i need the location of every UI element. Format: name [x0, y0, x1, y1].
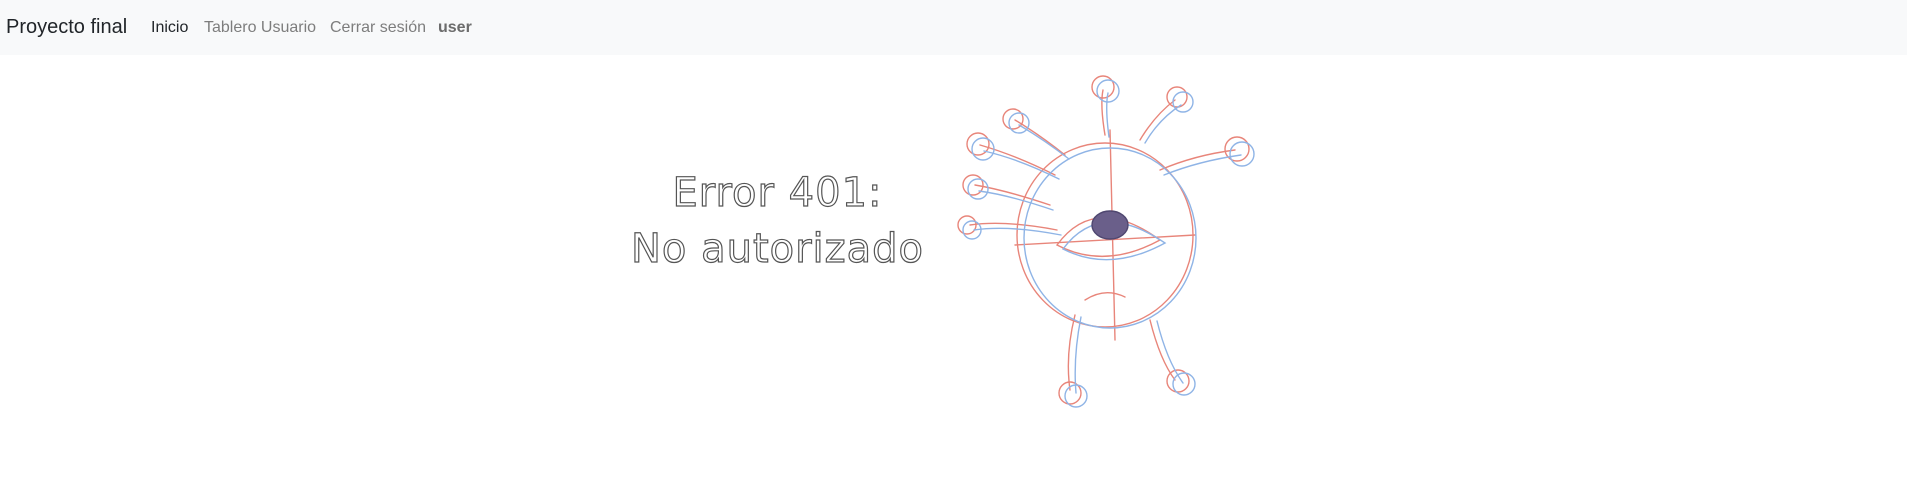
nav-link-tablero-usuario[interactable]: Tablero Usuario [204, 18, 316, 38]
nav-link-inicio[interactable]: Inicio [151, 18, 188, 38]
brand-link[interactable]: Proyecto final [6, 14, 127, 40]
nav-user-label[interactable]: user [438, 18, 472, 38]
error-message: Error 401: No autorizado [630, 165, 925, 277]
error-code-heading: Error 401: [672, 169, 883, 216]
nav-link-cerrar-sesion[interactable]: Cerrar sesión [330, 18, 426, 38]
error-description: No autorizado [630, 225, 925, 272]
navbar: Proyecto final Inicio Tablero Usuario Ce… [0, 0, 1907, 55]
one-eyed-monster-sketch-icon [957, 75, 1255, 408]
